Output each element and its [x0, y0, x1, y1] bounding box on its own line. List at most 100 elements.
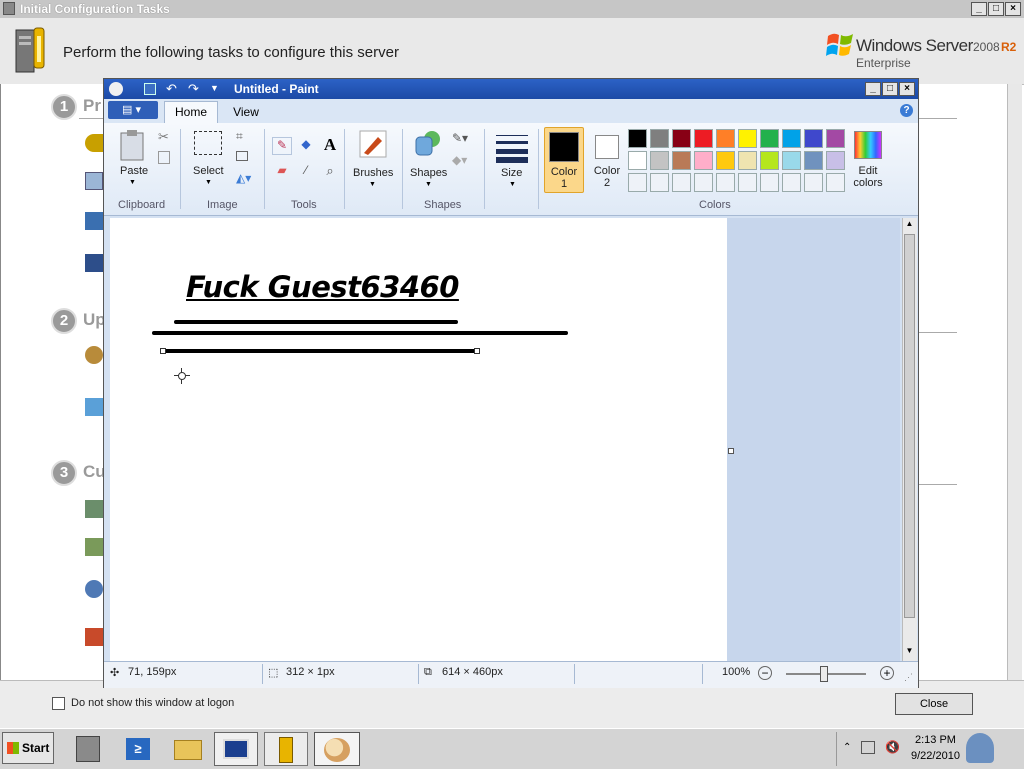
resize-icon[interactable] — [236, 151, 248, 161]
quick-undo-icon[interactable]: ↶ — [166, 81, 177, 97]
config-tasks-taskbar-icon[interactable] — [264, 732, 308, 766]
palette-swatch[interactable] — [738, 151, 757, 170]
palette-swatch[interactable] — [694, 151, 713, 170]
palette-swatch[interactable] — [760, 173, 779, 192]
shapes-button[interactable]: Shapes ▼ — [408, 127, 448, 189]
explorer-icon[interactable] — [168, 732, 208, 766]
palette-swatch[interactable] — [738, 129, 757, 148]
palette-swatch[interactable] — [716, 129, 735, 148]
paste-button[interactable]: Paste ▼ — [114, 127, 150, 189]
crop-icon[interactable]: ⌗ — [236, 129, 243, 144]
eraser-icon[interactable]: ▰ — [272, 163, 292, 181]
palette-swatch[interactable] — [782, 129, 801, 148]
logon-checkbox[interactable] — [52, 697, 65, 710]
palette-swatch[interactable] — [760, 129, 779, 148]
palette-swatch[interactable] — [650, 151, 669, 170]
palette-swatch[interactable] — [694, 173, 713, 192]
text-icon[interactable]: A — [320, 135, 340, 155]
paint-minimize-button[interactable]: _ — [865, 82, 881, 96]
roles-icon[interactable] — [85, 500, 103, 518]
quick-access-dropdown-icon[interactable]: ▼ — [210, 83, 219, 93]
paint-close-button[interactable]: × — [899, 82, 915, 96]
zoom-in-button[interactable]: + — [880, 666, 894, 680]
palette-swatch[interactable] — [628, 129, 647, 148]
quick-save-icon[interactable] — [144, 83, 156, 95]
brushes-button[interactable]: Brushes ▼ — [350, 127, 394, 189]
start-button[interactable]: Start — [2, 732, 54, 764]
outline-icon[interactable]: ✎▾ — [452, 131, 468, 145]
fill-icon[interactable]: ◆ — [296, 137, 316, 155]
palette-swatch[interactable] — [716, 151, 735, 170]
minimize-button[interactable]: _ — [971, 2, 987, 16]
magnifier-icon[interactable]: ⌕ — [320, 163, 340, 181]
size-button[interactable]: Size ▼ — [492, 127, 532, 189]
users-icon[interactable] — [85, 346, 103, 364]
palette-swatch[interactable] — [716, 173, 735, 192]
zoom-slider-thumb[interactable] — [820, 666, 828, 682]
scroll-thumb[interactable] — [904, 234, 915, 618]
palette-swatch[interactable] — [826, 173, 845, 192]
clock-icon[interactable] — [85, 172, 103, 190]
palette-swatch[interactable] — [804, 173, 823, 192]
palette-swatch[interactable] — [826, 129, 845, 148]
palette-swatch[interactable] — [782, 173, 801, 192]
remote-desktop-taskbar-icon[interactable] — [214, 732, 258, 766]
server-manager-icon[interactable] — [68, 732, 108, 766]
pencil-icon[interactable]: ✎ — [272, 137, 292, 155]
palette-swatch[interactable] — [672, 173, 691, 192]
palette-swatch[interactable] — [826, 151, 845, 170]
select-button[interactable]: Select ▼ — [190, 129, 226, 189]
volume-muted-icon[interactable]: 🔇 — [885, 740, 900, 754]
paint-taskbar-icon[interactable] — [314, 732, 360, 766]
ict-title-bar[interactable]: Initial Configuration Tasks _ □ × — [0, 0, 1024, 19]
clock-date[interactable]: 9/22/2010 — [911, 750, 960, 762]
help-icon[interactable]: ? — [900, 104, 913, 117]
selection-handle[interactable] — [160, 348, 166, 354]
resize-grip-icon[interactable]: ⋰ — [904, 672, 913, 683]
color2-button[interactable]: Color 2 — [588, 127, 626, 193]
vertical-scrollbar[interactable]: ▲ ▼ — [902, 218, 917, 661]
network-icon[interactable] — [85, 212, 103, 230]
palette-swatch[interactable] — [650, 173, 669, 192]
palette-swatch[interactable] — [782, 151, 801, 170]
selection-handle[interactable] — [474, 348, 480, 354]
palette-swatch[interactable] — [694, 129, 713, 148]
ict-scrollbar[interactable] — [1007, 84, 1022, 680]
update-icon[interactable] — [85, 398, 103, 416]
show-hidden-icons[interactable]: ⌃ — [843, 742, 851, 753]
canvas-resize-handle[interactable] — [728, 448, 734, 454]
tab-home[interactable]: Home — [164, 101, 218, 123]
features-icon[interactable] — [85, 538, 103, 556]
palette-swatch[interactable] — [804, 151, 823, 170]
scroll-up-icon[interactable]: ▲ — [904, 219, 915, 231]
computer-icon[interactable] — [85, 254, 103, 272]
powershell-icon[interactable]: ≥ — [118, 732, 158, 766]
close-window-button[interactable]: × — [1005, 2, 1021, 16]
close-button[interactable]: Close — [895, 693, 973, 715]
clock-time[interactable]: 2:13 PM — [915, 734, 956, 746]
maximize-button[interactable]: □ — [988, 2, 1004, 16]
paint-app-icon[interactable] — [109, 82, 123, 96]
firewall-icon[interactable] — [85, 628, 103, 646]
palette-swatch[interactable] — [672, 151, 691, 170]
palette-swatch[interactable] — [760, 151, 779, 170]
paint-menu-button[interactable]: ▤ ▾ — [108, 101, 158, 119]
palette-swatch[interactable] — [650, 129, 669, 148]
user-avatar[interactable] — [966, 733, 994, 763]
palette-swatch[interactable] — [628, 151, 647, 170]
shape-fill-icon[interactable]: ◆▾ — [452, 153, 467, 167]
edit-colors-button[interactable]: Edit colors — [848, 127, 888, 193]
rotate-icon[interactable]: ◭▾ — [236, 171, 251, 185]
remote-desktop-icon[interactable] — [85, 580, 103, 598]
network-tray-icon[interactable] — [861, 741, 875, 754]
palette-swatch[interactable] — [738, 173, 757, 192]
zoom-out-button[interactable]: − — [758, 666, 772, 680]
key-icon[interactable] — [85, 134, 103, 152]
color1-button[interactable]: Color 1 — [544, 127, 584, 193]
color-picker-icon[interactable]: ⁄ — [296, 163, 316, 181]
quick-redo-icon[interactable]: ↷ — [188, 81, 199, 97]
drawing-canvas[interactable]: Fuck Guest63460 — [110, 218, 727, 661]
cut-icon[interactable]: ✂ — [158, 129, 169, 145]
palette-swatch[interactable] — [672, 129, 691, 148]
palette-swatch[interactable] — [628, 173, 647, 192]
